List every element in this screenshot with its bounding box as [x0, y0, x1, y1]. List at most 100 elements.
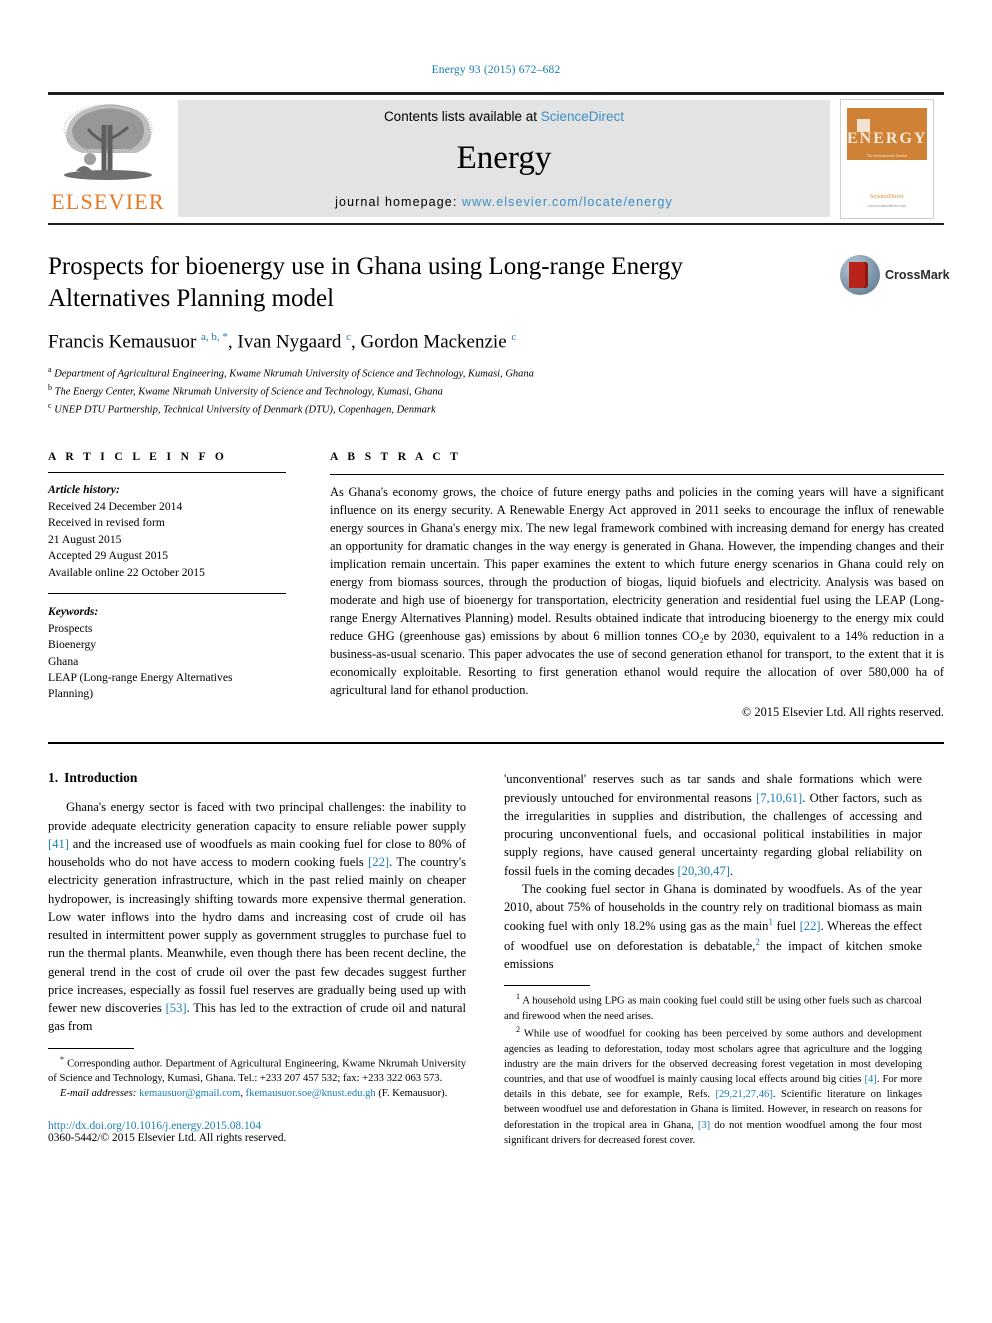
footnote-rule-right — [504, 985, 590, 987]
body-column-right: 'unconventional' reserves such as tar sa… — [504, 770, 922, 1148]
sciencedirect-link[interactable]: ScienceDirect — [541, 109, 624, 124]
intro-paragraph-left: Ghana's energy sector is faced with two … — [48, 798, 466, 1035]
homepage-prefix: journal homepage: — [335, 195, 462, 209]
contents-available-line: Contents lists available at ScienceDirec… — [384, 109, 624, 124]
journal-homepage-line: journal homepage: www.elsevier.com/locat… — [335, 195, 673, 209]
abstract-text: As Ghana's economy grows, the choice of … — [330, 485, 944, 698]
citation-53[interactable]: [53] — [166, 1001, 187, 1015]
crossmark-icon — [840, 255, 880, 295]
intro-right2-text-b: fuel — [772, 919, 800, 934]
paper-page: Energy 93 (2015) 672–682 ELSEVIER Conten… — [0, 0, 992, 1323]
citation-22-left[interactable]: [22] — [368, 855, 389, 869]
footnote-1: 1 A household using LPG as main cooking … — [504, 991, 922, 1024]
article-history-line: 21 August 2015 — [48, 532, 122, 546]
journal-homepage-link[interactable]: www.elsevier.com/locate/energy — [462, 195, 673, 209]
email-owner: (F. Kemausuor). — [378, 1088, 448, 1100]
section-number: 1. — [48, 770, 59, 786]
body-column-left: 1. Introduction Ghana's energy sector is … — [48, 770, 466, 1148]
affiliation-b: b The Energy Center, Kwame Nkrumah Unive… — [48, 383, 443, 398]
article-history-lines: Received 24 December 2014 Received in rev… — [48, 499, 286, 581]
elsevier-wordmark: ELSEVIER — [51, 189, 165, 214]
article-history-label: Article history: — [48, 483, 120, 497]
abstract-heading: A B S T R A C T — [330, 451, 462, 464]
intro-right-text-c: . — [729, 863, 734, 878]
footnote-rule-left — [48, 1047, 134, 1049]
article-history: Article history: Received 24 December 20… — [48, 482, 286, 581]
cover-image: ENERGY The International Journal Science… — [840, 99, 934, 219]
issn-copyright: 0360-5442/© 2015 Elsevier Ltd. All right… — [48, 1131, 287, 1144]
footnote-2-text-a: While use of woodfuel for cooking has be… — [504, 1028, 922, 1086]
citation-22-right[interactable]: [22] — [800, 919, 821, 933]
cover-title: ENERGY — [847, 130, 928, 147]
cover-orange-band: ENERGY The International Journal — [847, 108, 927, 160]
title-block: CrossMark Prospects for bioenergy use in… — [48, 251, 950, 417]
email-label: E-mail addresses: — [60, 1088, 137, 1100]
citation-41[interactable]: [41] — [48, 837, 69, 851]
section-heading-introduction: 1. Introduction — [48, 770, 466, 786]
abstract-rule — [330, 474, 944, 476]
keywords-lines: Prospects Bioenergy Ghana LEAP (Long-range … — [48, 621, 286, 703]
running-head: Energy 93 (2015) 672–682 — [431, 64, 561, 76]
section-title: Introduction — [64, 770, 138, 786]
email-link-2[interactable]: fkemausuor.soe@knust.edu.gh — [246, 1088, 376, 1099]
keyword-line[interactable]: Prospects — [48, 621, 286, 637]
masthead-bottom-rule — [48, 223, 944, 225]
citation-3[interactable]: [3] — [698, 1120, 710, 1131]
keyword-line[interactable]: Bioenergy — [48, 637, 286, 653]
citation-20-30-47[interactable]: [20,30,47] — [677, 864, 729, 878]
journal-masthead: ELSEVIER Contents lists available at Sci… — [48, 92, 944, 223]
email-link-1[interactable]: kemausuor@gmail.com — [139, 1088, 240, 1099]
body-columns: 1. Introduction Ghana's energy sector is … — [48, 770, 944, 1148]
crossmark-label: CrossMark — [885, 268, 950, 282]
article-history-line: Accepted 29 August 2015 — [48, 549, 169, 563]
citation-7-10-61[interactable]: [7,10,61] — [756, 791, 802, 805]
citation-4[interactable]: [4] — [864, 1074, 876, 1085]
affiliation-marker: c — [48, 400, 52, 410]
abstract-column: A B S T R A C T As Ghana's economy grows… — [286, 451, 944, 720]
keyword-line[interactable]: Planning) — [48, 686, 286, 702]
affiliation-marker: a — [48, 365, 52, 375]
keywords-block: Keywords: Prospects Bioenergy Ghana LEAP (L… — [48, 604, 286, 703]
article-info-heading: A R T I C L E I N F O — [48, 451, 228, 464]
article-info-column: A R T I C L E I N F O Article history: R… — [48, 451, 286, 720]
contents-prefix: Contents lists available at — [383, 109, 541, 124]
email-footnote: E-mail addresses: kemausuor@gmail.com, f… — [48, 1086, 466, 1101]
keywords-label: Keywords: — [48, 605, 99, 619]
article-info-rule — [48, 472, 286, 474]
affiliation-a: a Department of Agricultural Engineering… — [48, 365, 534, 380]
citation-29-21-27-46[interactable]: [29,21,27,46] — [715, 1089, 772, 1100]
doi-block: http://dx.doi.org/10.1016/j.energy.2015.… — [48, 1120, 466, 1144]
page-title: Prospects for bioenergy use in Ghana usi… — [48, 253, 684, 312]
intro-paragraph-right-2: The cooking fuel sector in Ghana is domi… — [504, 880, 922, 974]
affiliation-list: a Department of Agricultural Engineering… — [48, 364, 944, 417]
cover-subtitle: The International Journal — [866, 153, 908, 158]
keyword-line[interactable]: Ghana — [48, 654, 286, 670]
keywords-rule — [48, 593, 286, 595]
affiliation-marker: b — [48, 383, 52, 393]
intro-paragraph-right-1: 'unconventional' reserves such as tar sa… — [504, 770, 922, 880]
corresponding-author-footnote: * Corresponding author. Department of Ag… — [48, 1054, 466, 1087]
footnote-1-text: A household using LPG as main cooking fu… — [504, 995, 922, 1023]
cover-sciencedirect-label: ScienceDirect — [870, 194, 904, 200]
abstract-bottom-rule — [48, 742, 944, 745]
elsevier-logo: ELSEVIER — [48, 95, 168, 223]
cover-footer-url: www.sciencedirect.com — [867, 203, 907, 208]
masthead-banner: Contents lists available at ScienceDirec… — [178, 100, 830, 217]
intro-left-text-a: Ghana's energy sector is faced with two … — [48, 800, 466, 833]
abstract-copyright: © 2015 Elsevier Ltd. All rights reserved… — [741, 705, 944, 720]
author-list: Francis Kemausuor a, b, *, Ivan Nygaard … — [48, 331, 517, 353]
info-abstract-region: A R T I C L E I N F O Article history: R… — [48, 451, 944, 720]
affiliation-c: c UNEP DTU Partnership, Technical Univer… — [48, 400, 436, 416]
journal-cover-thumbnail: ENERGY The International Journal Science… — [840, 95, 944, 223]
doi-link[interactable]: http://dx.doi.org/10.1016/j.energy.2015.… — [48, 1120, 466, 1132]
crossmark-badge[interactable]: CrossMark — [840, 253, 950, 297]
elsevier-tree-icon — [63, 104, 153, 180]
article-history-line: Received 24 December 2014 — [48, 499, 183, 513]
keyword-line[interactable]: LEAP (Long-range Energy Alternatives — [48, 670, 286, 686]
footnote-2: 2 While use of woodfuel for cooking has … — [504, 1024, 922, 1148]
article-history-line: Received in revised form — [48, 516, 165, 530]
article-history-line: Available online 22 October 2015 — [48, 565, 205, 579]
corresponding-text: Corresponding author. Department of Agri… — [48, 1058, 466, 1085]
journal-title: Energy — [456, 140, 552, 176]
intro-left-text-c: . The country's electricity generation i… — [48, 855, 466, 1016]
